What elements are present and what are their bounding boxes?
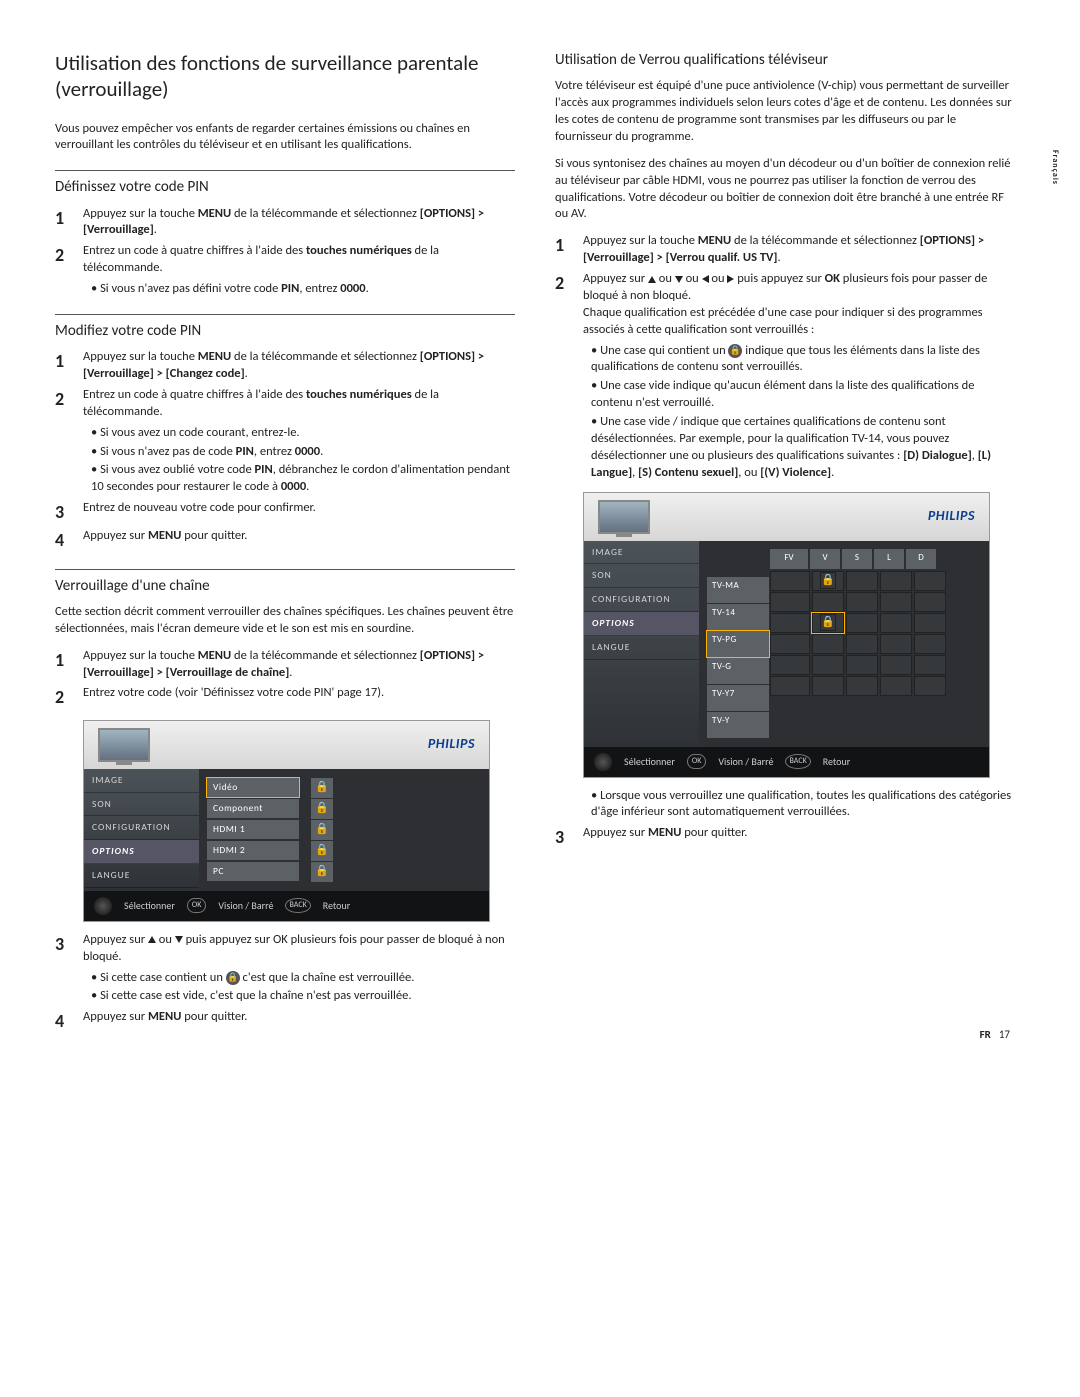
lock-icon: 🔒: [820, 614, 836, 631]
tv-screenshot-channel-lock: PHILIPS IMAGE SON CONFIGURATION OPTIONS …: [83, 720, 490, 922]
language-side-tab: Français: [1049, 150, 1060, 185]
tv-menu-sidebar: IMAGE SON CONFIGURATION OPTIONS LANGUE: [584, 541, 699, 747]
ok-icon: OK: [687, 754, 706, 769]
lock-icon: 🔒: [226, 971, 240, 985]
bullet-list: Si vous n'avez pas défini votre code PIN…: [91, 281, 515, 298]
brand-logo: PHILIPS: [428, 735, 475, 754]
lock-icon: 🔒: [315, 864, 329, 879]
ok-icon: OK: [187, 898, 206, 913]
tv-icon: [98, 728, 150, 762]
section-channel-lock: Verrouillage d'une chaîne: [55, 569, 515, 596]
lock-icon: 🔒: [315, 801, 329, 816]
left-arrow-icon: [702, 275, 709, 283]
up-arrow-icon: [148, 936, 156, 943]
up-arrow-icon: [648, 276, 656, 283]
step-number: 2: [55, 243, 83, 267]
lock-icon: 🔒: [315, 843, 329, 858]
dpad-icon: [94, 897, 112, 915]
intro-paragraph: Vous pouvez empêcher vos enfants de rega…: [55, 121, 515, 155]
tv-icon: [598, 500, 650, 534]
back-icon: BACK: [285, 898, 310, 913]
down-arrow-icon: [175, 936, 183, 943]
section-tv-ratings-lock: Utilisation de Verrou qualifications tél…: [555, 50, 1015, 70]
section-modify-pin: Modifiez votre code PIN: [55, 314, 515, 341]
tv-menu-sidebar: IMAGE SON CONFIGURATION OPTIONS LANGUE: [84, 769, 199, 891]
section-define-pin: Définissez votre code PIN: [55, 170, 515, 197]
step-number: 1: [55, 206, 83, 230]
lock-icon: 🔒: [728, 344, 742, 358]
brand-logo: PHILIPS: [928, 507, 975, 526]
step-text: Appuyez sur la touche MENU de la télécom…: [83, 206, 515, 240]
lock-icon: 🔒: [315, 780, 329, 795]
down-arrow-icon: [675, 276, 683, 283]
lock-icon: 🔒: [315, 822, 329, 837]
right-column: Utilisation de Verrou qualifications tél…: [555, 50, 1015, 1038]
back-icon: BACK: [785, 754, 810, 769]
lock-icon: 🔒: [820, 572, 836, 589]
dpad-icon: [594, 753, 612, 771]
step-text: Entrez un code à quatre chiffres à l'aid…: [83, 243, 515, 277]
left-column: Utilisation des fonctions de surveillanc…: [55, 50, 515, 1038]
tv-screenshot-ratings-lock: PHILIPS IMAGE SON CONFIGURATION OPTIONS …: [583, 492, 990, 778]
page-footer: FR17: [980, 1028, 1010, 1043]
main-heading: Utilisation des fonctions de surveillanc…: [55, 50, 515, 103]
